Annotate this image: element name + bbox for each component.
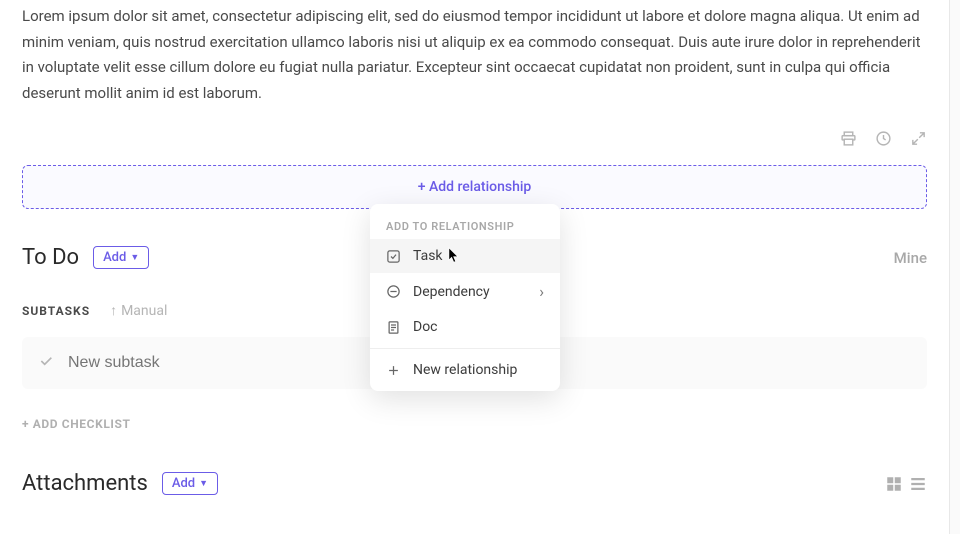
chevron-right-icon: ›: [539, 282, 544, 301]
attachments-add-button[interactable]: Add▼: [162, 472, 218, 495]
action-icons: [22, 124, 927, 165]
dropdown-item-doc[interactable]: Doc: [370, 310, 560, 344]
attachment-view-toggle: [885, 475, 927, 493]
add-relationship-button[interactable]: + Add relationship: [22, 165, 927, 209]
dropdown-item-dependency[interactable]: Dependency ›: [370, 273, 560, 310]
expand-icon[interactable]: [910, 130, 927, 147]
check-icon: [38, 353, 54, 373]
todo-title: To Do: [22, 245, 79, 270]
task-icon: [386, 249, 401, 264]
print-icon[interactable]: [840, 130, 857, 147]
subtasks-sort[interactable]: ↑Manual: [110, 302, 167, 319]
subtasks-label: SUBTASKS: [22, 304, 90, 318]
doc-icon: [386, 320, 401, 335]
plus-icon: [386, 363, 401, 378]
dependency-icon: [386, 284, 401, 299]
dropdown-item-new-relationship[interactable]: New relationship: [370, 353, 560, 387]
mine-filter[interactable]: Mine: [894, 249, 927, 267]
relationship-dropdown: ADD TO RELATIONSHIP Task Dependency › Do…: [370, 204, 560, 391]
todo-add-button[interactable]: Add▼: [93, 246, 149, 269]
dropdown-header: ADD TO RELATIONSHIP: [370, 208, 560, 239]
task-description: Lorem ipsum dolor sit amet, consectetur …: [22, 0, 927, 124]
list-view-icon[interactable]: [909, 475, 927, 493]
grid-view-icon[interactable]: [885, 475, 903, 493]
add-checklist-button[interactable]: + ADD CHECKLIST: [22, 417, 927, 431]
history-icon[interactable]: [875, 130, 892, 147]
dropdown-item-task[interactable]: Task: [370, 239, 560, 273]
attachments-title: Attachments: [22, 471, 148, 496]
